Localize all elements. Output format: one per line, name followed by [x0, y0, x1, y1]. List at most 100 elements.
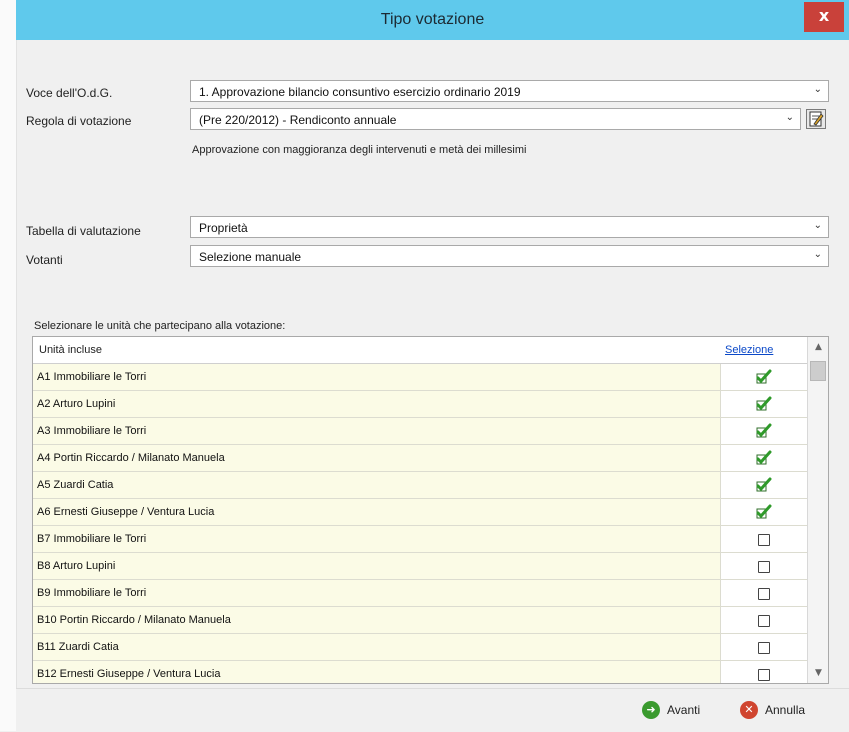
unit-selection-cell[interactable]: [721, 391, 807, 417]
chevron-down-icon: ⌄: [785, 112, 794, 123]
title-bar: Tipo votazione x: [16, 0, 849, 40]
unit-selection-cell[interactable]: [721, 661, 807, 683]
voting-rule-label: Regola di votazione: [26, 114, 132, 128]
chevron-down-icon: ⌄: [813, 249, 822, 260]
unit-name-cell: B7 Immobiliare le Torri: [33, 526, 721, 552]
window-title: Tipo votazione: [380, 11, 485, 28]
unit-name: A2 Arturo Lupini: [37, 398, 116, 410]
checkbox-icon[interactable]: [758, 669, 770, 681]
unit-selection-cell[interactable]: [721, 580, 807, 606]
checkbox-icon[interactable]: [758, 561, 770, 573]
checkbox-icon[interactable]: [758, 615, 770, 627]
unit-selection-cell[interactable]: [721, 445, 807, 471]
green-arrow-circle-icon: ➜: [642, 701, 660, 719]
evaluation-table-value: Proprietà: [199, 221, 248, 235]
vertical-scrollbar[interactable]: ▲ ▼: [807, 337, 828, 683]
checkbox-icon[interactable]: [758, 534, 770, 546]
unit-name-cell: A1 Immobiliare le Torri: [33, 364, 721, 390]
unit-name-cell: B9 Immobiliare le Torri: [33, 580, 721, 606]
green-check-icon[interactable]: [756, 450, 772, 466]
unit-name: A3 Immobiliare le Torri: [37, 425, 147, 437]
unit-name: A1 Immobiliare le Torri: [37, 371, 147, 383]
unit-name-cell: A4 Portin Riccardo / Milanato Manuela: [33, 445, 721, 471]
evaluation-table-select[interactable]: Proprietà ⌄: [190, 216, 829, 238]
unit-selection-cell[interactable]: [721, 634, 807, 660]
grid-rows: A1 Immobiliare le Torri A2 Arturo Lupini A…: [33, 364, 807, 683]
chevron-down-icon: ⌄: [813, 220, 822, 231]
table-row[interactable]: B9 Immobiliare le Torri: [33, 580, 807, 607]
unit-selection-cell[interactable]: [721, 472, 807, 498]
voters-value: Selezione manuale: [199, 250, 302, 264]
unit-selection-cell[interactable]: [721, 364, 807, 390]
unit-name: A4 Portin Riccardo / Milanato Manuela: [37, 452, 225, 464]
voting-rule-note: Approvazione con maggioranza degli inter…: [192, 144, 527, 156]
table-row[interactable]: B7 Immobiliare le Torri: [33, 526, 807, 553]
next-button-label: Avanti: [667, 703, 701, 717]
dialog-content: Voce dell'O.d.G. 1. Approvazione bilanci…: [18, 40, 849, 688]
green-check-icon[interactable]: [756, 423, 772, 439]
header-units: Unità incluse: [39, 344, 102, 356]
cancel-button[interactable]: ✕ Annulla: [740, 701, 820, 721]
table-row[interactable]: A1 Immobiliare le Torri: [33, 364, 807, 391]
unit-name-cell: B10 Portin Riccardo / Milanato Manuela: [33, 607, 721, 633]
unit-selection-cell[interactable]: [721, 607, 807, 633]
voting-rule-select[interactable]: (Pre 220/2012) - Rendiconto annuale ⌄: [190, 108, 801, 130]
voters-select[interactable]: Selezione manuale ⌄: [190, 245, 829, 267]
unit-name: A6 Ernesti Giuseppe / Ventura Lucia: [37, 506, 215, 518]
unit-name: B7 Immobiliare le Torri: [37, 533, 147, 545]
table-row[interactable]: B11 Zuardi Catia: [33, 634, 807, 661]
unit-name: B9 Immobiliare le Torri: [37, 587, 147, 599]
dialog-footer: ➜ Avanti ✕ Annulla: [16, 688, 849, 732]
unit-name: B12 Ernesti Giuseppe / Ventura Lucia: [37, 668, 221, 680]
unit-name-cell: B12 Ernesti Giuseppe / Ventura Lucia: [33, 661, 721, 683]
chevron-down-icon: ⌄: [813, 84, 822, 95]
header-selection-link[interactable]: Selezione: [725, 344, 773, 356]
edit-rule-button[interactable]: [806, 109, 826, 129]
evaluation-table-label: Tabella di valutazione: [26, 224, 141, 238]
dialog-window: Tipo votazione x Voce dell'O.d.G. 1. App…: [0, 0, 849, 732]
unit-selection-cell[interactable]: [721, 553, 807, 579]
unit-name-cell: A2 Arturo Lupini: [33, 391, 721, 417]
next-button[interactable]: ➜ Avanti: [642, 701, 712, 721]
checkbox-icon[interactable]: [758, 588, 770, 600]
unit-selection-cell[interactable]: [721, 418, 807, 444]
table-row[interactable]: B10 Portin Riccardo / Milanato Manuela: [33, 607, 807, 634]
red-x-circle-icon: ✕: [740, 701, 758, 719]
table-row[interactable]: A4 Portin Riccardo / Milanato Manuela: [33, 445, 807, 472]
cancel-button-label: Annulla: [765, 703, 806, 717]
table-row[interactable]: A3 Immobiliare le Torri: [33, 418, 807, 445]
green-check-icon[interactable]: [756, 504, 772, 520]
unit-name-cell: B8 Arturo Lupini: [33, 553, 721, 579]
agenda-item-value: 1. Approvazione bilancio consuntivo eser…: [199, 85, 521, 99]
green-check-icon[interactable]: [756, 369, 772, 385]
green-check-icon[interactable]: [756, 477, 772, 493]
table-row[interactable]: A6 Ernesti Giuseppe / Ventura Lucia: [33, 499, 807, 526]
table-row[interactable]: A5 Zuardi Catia: [33, 472, 807, 499]
table-row[interactable]: B12 Ernesti Giuseppe / Ventura Lucia: [33, 661, 807, 683]
window-left-edge: [0, 0, 17, 731]
table-row[interactable]: A2 Arturo Lupini: [33, 391, 807, 418]
unit-name: B8 Arturo Lupini: [37, 560, 116, 572]
agenda-item-select[interactable]: 1. Approvazione bilancio consuntivo eser…: [190, 80, 829, 102]
voters-label: Votanti: [26, 253, 63, 267]
edit-document-icon: [809, 111, 824, 127]
unit-selection-cell[interactable]: [721, 526, 807, 552]
units-prompt: Selezionare le unità che partecipano all…: [34, 320, 286, 332]
unit-name-cell: A5 Zuardi Catia: [33, 472, 721, 498]
voting-rule-value: (Pre 220/2012) - Rendiconto annuale: [199, 113, 397, 127]
unit-name-cell: B11 Zuardi Catia: [33, 634, 721, 660]
units-grid: Unità incluse Selezione A1 Immobiliare l…: [32, 336, 829, 684]
table-row[interactable]: B8 Arturo Lupini: [33, 553, 807, 580]
green-check-icon[interactable]: [756, 396, 772, 412]
agenda-item-label: Voce dell'O.d.G.: [26, 86, 113, 100]
unit-name: A5 Zuardi Catia: [37, 479, 114, 491]
close-button[interactable]: x: [804, 2, 844, 32]
unit-name: B11 Zuardi Catia: [37, 641, 119, 653]
scroll-up-icon[interactable]: ▲: [808, 337, 828, 357]
checkbox-icon[interactable]: [758, 642, 770, 654]
scroll-down-icon[interactable]: ▼: [808, 663, 828, 683]
scroll-thumb[interactable]: [810, 361, 826, 381]
unit-selection-cell[interactable]: [721, 499, 807, 525]
grid-header: Unità incluse Selezione: [33, 337, 807, 364]
unit-name: B10 Portin Riccardo / Milanato Manuela: [37, 614, 231, 626]
